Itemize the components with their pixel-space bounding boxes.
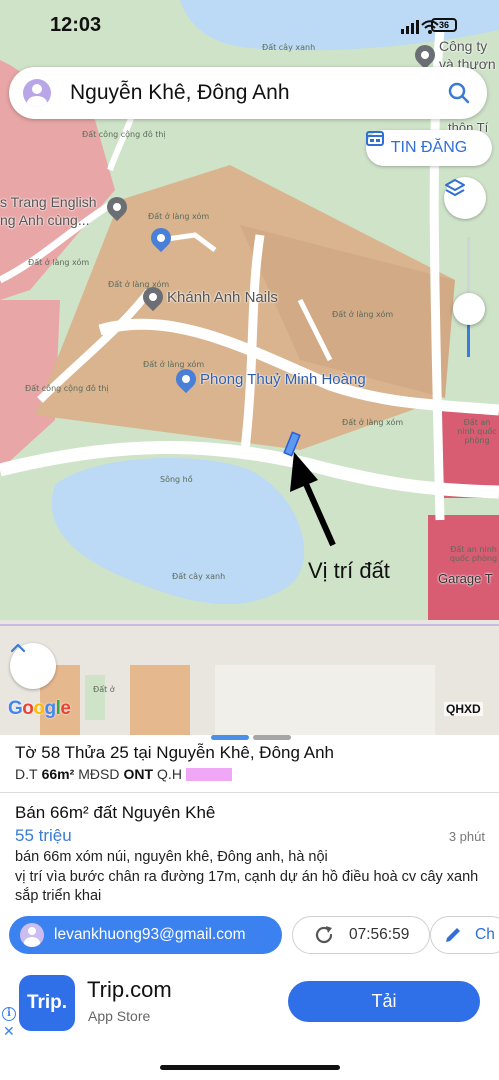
ad-info-icon[interactable]: i [2,1007,16,1021]
screen: Đất công cộng đô thị Đất công cộng đô th… [0,0,499,1080]
ad-app-name: Trip.com [87,977,172,1002]
pencil-icon [446,928,460,942]
poi-english-center[interactable]: s Trang English ng Anh cùng... [0,193,97,229]
status-time: 12:03 [50,14,102,36]
poi-nails[interactable]: Khánh Anh Nails [138,282,278,312]
poi-label: s Trang English ng Anh cùng... [0,194,97,228]
bottom-sheet: Tờ 58 Thửa 25 tại Nguyễn Khê, Đông Anh D… [0,735,499,1080]
parcel-usage: ONT [123,766,154,782]
action-chips: levankhuong93@gmail.com 07:56:59 Ch [9,916,499,954]
refresh-time: 07:56:59 [349,926,410,943]
listing-description: bán 66m xóm núi, nguyên khê, Đông anh, h… [15,849,479,904]
calendar-icon [366,131,384,146]
cellular-signal-icon [401,20,419,34]
refresh-icon [315,926,333,944]
usage-prefix: MĐSD [78,766,120,782]
zone-label-residential: Đất ở làng xóm [28,258,90,267]
layers-button[interactable] [444,177,486,219]
zone-label-residential: Đất ở làng xóm [143,360,205,369]
expand-sheet-button[interactable] [10,643,56,689]
poi-label: Khánh Anh Nails [167,288,278,306]
zone-label-residential: Đất ở [93,685,115,694]
status-bar: 12:03 36 [0,0,499,52]
refresh-time-chip[interactable]: 07:56:59 [292,916,430,954]
poi-garage[interactable]: Garage T [438,571,493,586]
edit-label: Ch [475,926,495,943]
poi-label: Phong Thuỷ Minh Hoàng [200,370,366,388]
post-listing-button[interactable]: TIN ĐĂNG [366,130,492,166]
zoom-slider-handle[interactable] [453,293,485,325]
listing-price: 55 triệu [15,826,72,845]
layer-tag: QHXD [444,702,483,716]
listing-time: 3 phút [448,829,485,844]
zone-label-residential: Đất ở làng xóm [342,418,404,427]
parcel-info: D.T 66m² MĐSD ONT Q.H [15,766,232,782]
avatar[interactable] [23,79,51,107]
zone-label-public: Đất công cộng đô thị [25,384,109,393]
listing-card[interactable]: Bán 66m² đất Nguyên Khê 55 triệu 3 phút … [15,803,485,907]
home-indicator [160,1065,340,1070]
ad-banner[interactable]: i ✕ Trip. Trip.com App Store Tải [0,965,499,1040]
zone-label-security: Đất an ninh quốc phòng [457,418,497,445]
download-button[interactable]: Tải [288,981,480,1022]
edit-chip[interactable]: Ch [430,916,499,954]
zone-label-water: Sông hồ [160,475,193,484]
contact-email: levankhuong93@gmail.com [54,926,246,943]
ad-store: App Store [88,1008,151,1024]
search-bar[interactable]: Nguyễn Khê, Đông Anh [9,67,487,119]
zone-label-residential: Đất ở làng xóm [332,310,394,319]
chevron-up-icon [10,643,26,653]
map-pin-icon [138,282,168,312]
layers-icon [445,179,465,196]
poi-fengshui[interactable]: Phong Thuỷ Minh Hoàng [171,364,366,394]
avatar [20,923,44,947]
search-text[interactable]: Nguyễn Khê, Đông Anh [70,81,439,105]
area-prefix: D.T [15,766,38,782]
listing-title: Bán 66m² đất Nguyên Khê [15,803,216,822]
sheet-handle[interactable] [211,735,291,740]
poi-label: Garage T [438,571,493,586]
post-listing-label: TIN ĐĂNG [390,139,468,156]
app-logo: Trip. [19,975,75,1031]
location-annotation: Vị trí đất [308,558,390,583]
plan-prefix: Q.H [157,766,182,782]
ad-close-icon[interactable]: ✕ [3,1023,15,1040]
google-logo: Google [8,698,71,719]
zone-label-security: Đất an ninh quốc phòng [449,545,498,563]
zone-label-green: Đất cây xanh [172,572,226,581]
parcel-title: Tờ 58 Thửa 25 tại Nguyễn Khê, Đông Anh [15,743,334,762]
contact-email-chip[interactable]: levankhuong93@gmail.com [9,916,282,954]
search-icon[interactable] [439,73,479,113]
zone-label-public: Đất công cộng đô thị [82,130,166,139]
plan-color-swatch [185,767,232,781]
battery-icon: 36 [431,18,457,32]
divider [0,792,499,793]
shop-pin-icon [171,364,201,394]
parcel-area: 66m² [41,766,75,782]
zone-label-residential: Đất ở làng xóm [148,212,210,221]
